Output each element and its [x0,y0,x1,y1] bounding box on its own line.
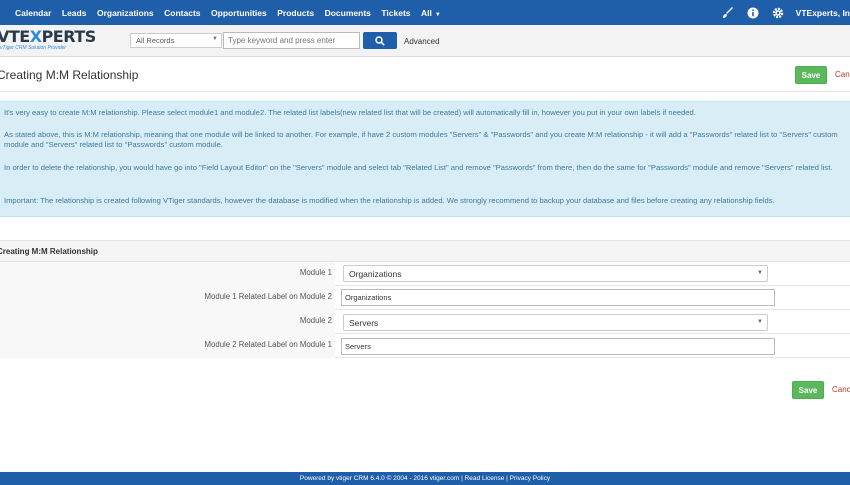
info-paragraph-4: Important: The relationship is created f… [4,196,775,205]
brush-icon[interactable] [721,6,735,20]
form-section-header: Creating M:M Relationship [0,240,850,262]
header-divider [0,91,850,92]
info-paragraph-3: In order to delete the relationship, you… [4,163,833,172]
module2-select[interactable]: Servers ▼ [343,314,768,331]
form-row-module1-related: Module 1 Related Label on Module 2 [0,286,850,310]
advanced-search-link[interactable]: Advanced [404,37,440,46]
cancel-link-top[interactable]: Cancel [835,70,850,79]
module2-label: Module 2 [0,310,335,334]
top-navigation: Calendar Leads Organizations Contacts Op… [0,0,850,25]
save-button-top[interactable]: Save [795,66,827,84]
info-icon[interactable] [746,6,760,20]
gear-icon[interactable] [771,6,785,20]
form-row-module2: Module 2 Servers ▼ [0,310,850,334]
chevron-down-icon: ▼ [757,270,763,276]
form-section-title: Creating M:M Relationship [0,247,98,256]
info-alert: It's very easy to create M:M relationshi… [0,101,850,217]
main-menu: Calendar Leads Organizations Contacts Op… [0,0,451,25]
cancel-link-bottom[interactable]: Cancel [832,385,850,394]
nav-tickets[interactable]: Tickets [381,8,410,18]
chevron-down-icon: ▼ [757,319,763,325]
form-row-module2-related: Module 2 Related Label on Module 1 [0,334,850,358]
module1-label: Module 1 [0,262,335,286]
module2-related-label: Module 2 Related Label on Module 1 [0,334,335,358]
nav-organizations[interactable]: Organizations [97,8,154,18]
search-icon [375,35,385,46]
user-menu[interactable]: VTExperts, In [796,8,850,18]
chevron-down-icon: ▼ [434,11,441,18]
chevron-down-icon: ▼ [212,36,218,42]
keyword-search-input[interactable] [223,32,360,49]
page-title: Creating M:M Relationship [0,68,139,82]
save-button-bottom[interactable]: Save [792,381,824,399]
info-paragraph-2: As stated above, this is M:M relationshi… [4,130,838,149]
info-paragraph-1: It's very easy to create M:M relationshi… [4,108,696,117]
nav-documents[interactable]: Documents [325,8,371,18]
form-row-module1: Module 1 Organizations ▼ [0,262,850,286]
module1-related-label-input[interactable] [341,289,775,306]
nav-right-tools: VTExperts, In [721,0,850,25]
nav-opportunities[interactable]: Opportunities [211,8,267,18]
module1-select[interactable]: Organizations ▼ [343,265,768,282]
nav-products[interactable]: Products [277,8,314,18]
nav-all-menu[interactable]: All ▼ [421,8,441,18]
module2-select-value: Servers [349,318,379,328]
nav-leads[interactable]: Leads [62,8,87,18]
search-button[interactable] [363,32,397,49]
nav-calendar[interactable]: Calendar [15,8,51,18]
module1-related-label: Module 1 Related Label on Module 2 [0,286,335,310]
records-select[interactable]: All Records ▼ [130,33,222,48]
company-logo[interactable]: VTEXPERTS vTiger CRM Solution Provider [0,28,95,52]
logo-wordmark: VTEXPERTS [0,28,95,45]
logo-text-b: PERTS [41,28,95,46]
logo-text-a: VTE [0,28,30,46]
module2-related-label-input[interactable] [341,338,775,355]
logo-text-x: X [29,28,42,46]
records-select-value: All Records [136,36,175,45]
nav-contacts[interactable]: Contacts [164,8,200,18]
module1-select-value: Organizations [349,269,402,279]
nav-all-label: All [421,7,432,18]
page-footer: Powered by vtiger CRM 6.4.0 © 2004 - 201… [0,472,850,485]
